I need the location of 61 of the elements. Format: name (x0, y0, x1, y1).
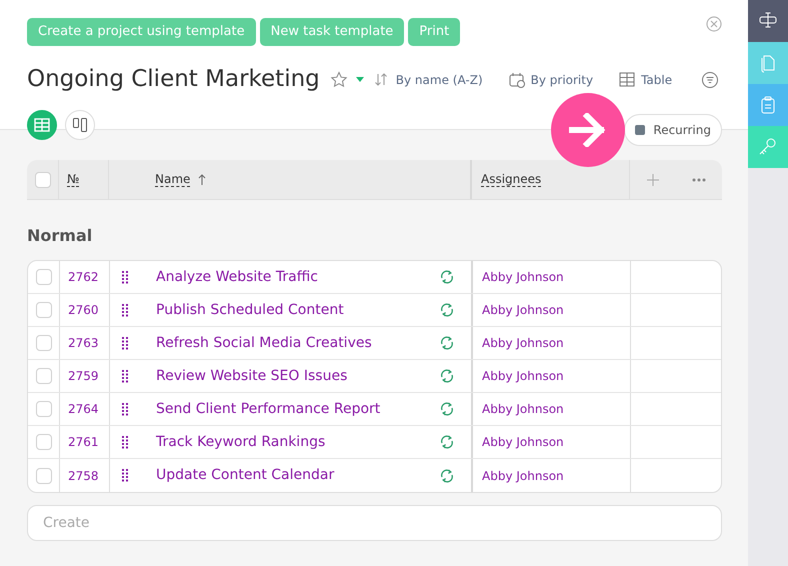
row-checkbox[interactable] (36, 401, 52, 417)
select-all-checkbox[interactable] (34, 172, 50, 188)
drag-handle-icon[interactable] (122, 469, 128, 482)
assignee-name[interactable]: Abby Johnson (482, 268, 564, 286)
task-name[interactable]: Track Keyword Rankings (156, 432, 439, 452)
table-view-button[interactable] (27, 110, 57, 140)
row-checkbox[interactable] (36, 468, 52, 484)
row-checkbox[interactable] (36, 434, 52, 450)
assignee-name[interactable]: Abby Johnson (482, 400, 564, 418)
task-name[interactable]: Send Client Performance Report (156, 398, 439, 420)
task-name[interactable]: Update Content Calendar (156, 465, 439, 486)
drag-handle-icon[interactable] (122, 436, 128, 448)
row-checkbox[interactable] (36, 335, 52, 351)
task-number[interactable]: 2761 (68, 433, 99, 451)
assignee-name[interactable]: Abby Johnson (482, 334, 564, 352)
assignee-name[interactable]: Abby Johnson (482, 367, 564, 385)
column-header[interactable]: Assignees (481, 172, 542, 188)
task-name[interactable]: Refresh Social Media Creatives (156, 332, 439, 354)
arrow-icon (569, 113, 607, 147)
calendar-icon (508, 72, 525, 88)
create-field[interactable]: Create (27, 505, 722, 541)
table-option[interactable]: Table (619, 70, 672, 89)
column-header[interactable]: Name (155, 172, 190, 188)
filter-icon[interactable] (702, 72, 718, 88)
recurring-filter-button[interactable]: Recurring (624, 114, 722, 146)
more-icon[interactable] (692, 178, 706, 182)
drag-handle-icon[interactable] (122, 336, 128, 350)
board-view-button[interactable] (65, 110, 95, 140)
drag-handle-icon[interactable] (122, 304, 128, 316)
table-icon (34, 118, 50, 132)
side-panel-tab[interactable] (748, 0, 788, 42)
task-name[interactable]: Analyze Website Traffic (156, 266, 439, 288)
drag-handle-icon[interactable] (122, 402, 128, 416)
task-number[interactable]: 2759 (68, 367, 99, 385)
sort-option[interactable]: By name (A-Z) (374, 70, 483, 89)
caret-icon[interactable] (356, 77, 364, 82)
drag-handle-icon[interactable] (122, 370, 128, 382)
row-checkbox[interactable] (36, 368, 52, 384)
assignee-name[interactable]: Abby Johnson (482, 466, 564, 484)
task-name[interactable]: Publish Scheduled Content (156, 300, 439, 320)
assignee-name[interactable]: Abby Johnson (482, 433, 564, 451)
column-header[interactable]: № (67, 172, 80, 188)
task-name[interactable]: Review Website SEO Issues (156, 366, 439, 386)
assignee-name[interactable]: Abby Johnson (482, 301, 564, 319)
priority-option[interactable]: By priority (508, 70, 594, 89)
drag-handle-icon[interactable] (122, 270, 128, 284)
row-checkbox[interactable] (36, 302, 52, 318)
group-heading: Normal (27, 225, 94, 247)
row-checkbox[interactable] (36, 269, 52, 285)
task-number[interactable]: 2764 (68, 400, 99, 418)
close-icon[interactable] (706, 16, 722, 32)
table-icon (619, 72, 636, 88)
add-column-icon[interactable] (646, 174, 658, 186)
project-title: Ongoing Client Marketing (27, 66, 320, 94)
task-number[interactable]: 2762 (68, 268, 99, 286)
task-number[interactable]: 2760 (68, 301, 99, 319)
task-number[interactable]: 2758 (68, 466, 99, 484)
star-icon[interactable] (330, 70, 348, 89)
board-icon (72, 116, 88, 133)
task-number[interactable]: 2763 (68, 334, 99, 352)
key-icon (758, 137, 778, 157)
